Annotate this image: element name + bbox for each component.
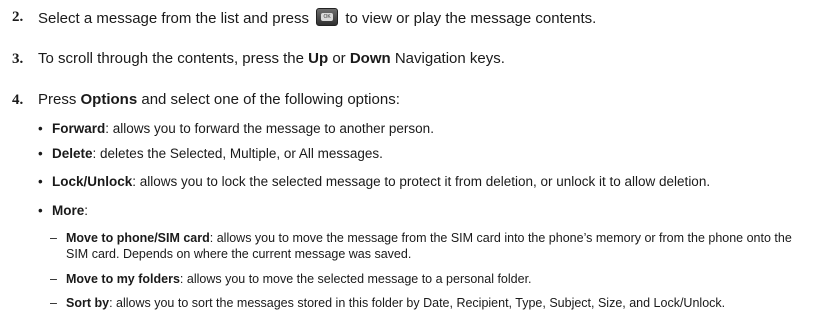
step-text-part: and select one of the following options: [137,91,400,108]
ok-key-icon: OK [316,8,339,26]
option-term: Delete [52,146,93,161]
step-text: Press Options and select one of the foll… [38,91,400,109]
bullet-icon: • [38,146,43,161]
option-term: Forward [52,121,106,136]
manual-page: 2. Select a message from the list and pr… [0,0,830,315]
step-text: Select a message from the list and press… [38,8,596,28]
step-number: 3. [12,51,24,67]
option-term: Lock/Unlock [52,174,133,189]
step-text: To scroll through the contents, press th… [38,50,505,68]
step-text-before: Select a message from the list and press [38,10,309,27]
step-text-part: Press [38,91,81,108]
option-desc: : allows you to lock the selected messag… [132,174,711,189]
up-key-label: Up [308,50,329,67]
step-text-part: or [328,50,350,67]
dash-icon: – [50,296,57,310]
option-desc: : allows you to forward the message to a… [105,121,434,136]
more-option-desc: : allows you to move the selected messag… [179,272,532,286]
dash-icon: – [50,272,57,286]
options-key-label: Options [80,91,138,108]
more-option-term: Move to phone/SIM card [66,231,210,245]
bullet-icon: • [38,121,43,136]
step-text-part: To scroll through the contents, press th… [38,50,309,67]
option-desc: : deletes the Selected, Multiple, or All… [92,146,383,161]
step-text-after: to view or play the message contents. [345,10,597,27]
down-key-label: Down [349,50,391,67]
option-term: More [52,203,85,218]
step-number: 4. [12,92,24,108]
ok-key-label: OK [321,13,334,21]
bullet-icon: • [38,203,43,218]
step-text-part: Navigation keys. [390,50,505,67]
step-number: 2. [12,9,24,25]
more-option-desc: : allows you to sort the messages stored… [109,296,726,310]
dash-icon: – [50,231,57,245]
option-desc: : [84,203,89,218]
bullet-icon: • [38,174,43,189]
more-option-term: Sort by [66,296,110,310]
more-option-term: Move to my folders [66,272,180,286]
